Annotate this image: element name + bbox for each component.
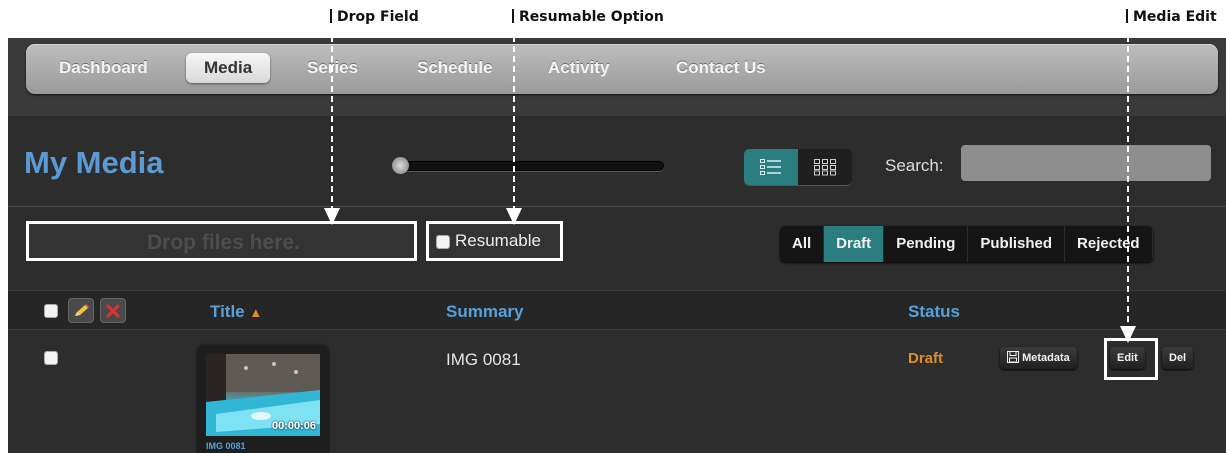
- column-status[interactable]: Status: [908, 302, 960, 322]
- delete-button[interactable]: Del: [1162, 347, 1194, 369]
- header-divider: [8, 206, 1226, 207]
- resumable-option[interactable]: Resumable: [426, 221, 563, 261]
- list-view-button[interactable]: [744, 149, 798, 185]
- sort-ascending-icon: ▲: [249, 305, 263, 320]
- search-label: Search:: [885, 156, 944, 175]
- edit-highlight-box: [1104, 338, 1158, 380]
- metadata-button[interactable]: Metadata: [1000, 347, 1077, 369]
- drop-zone-text: Drop files here.: [147, 231, 300, 254]
- nav-item-activity[interactable]: Activity: [530, 53, 627, 83]
- status-filter-group: All Draft Pending Published Rejected: [780, 226, 1153, 262]
- search-input[interactable]: [961, 145, 1211, 181]
- video-duration: 00:00:06: [271, 420, 316, 432]
- grid-view-button[interactable]: [798, 149, 852, 185]
- filter-all[interactable]: All: [780, 226, 825, 262]
- nav-item-dashboard[interactable]: Dashboard: [41, 53, 166, 83]
- annotation-media-edit: Media Edit: [1126, 9, 1217, 25]
- nav-item-contact-us[interactable]: Contact Us: [658, 53, 784, 83]
- resumable-checkbox[interactable]: [436, 235, 450, 249]
- thumbnail-size-slider[interactable]: [392, 156, 664, 176]
- screenshot-stage: Drop Field Resumable Option Media Edit D…: [0, 0, 1226, 453]
- view-mode-toggle: [744, 149, 852, 185]
- filter-draft[interactable]: Draft: [824, 226, 885, 262]
- annotation-drop-field: Drop Field: [330, 9, 419, 25]
- select-all-checkbox[interactable]: [44, 304, 58, 318]
- column-summary[interactable]: Summary: [446, 302, 523, 322]
- video-still-image: 00:00:06: [206, 354, 320, 436]
- slider-handle[interactable]: [392, 157, 409, 174]
- nav-item-media[interactable]: Media: [186, 53, 271, 83]
- row-checkbox[interactable]: [44, 351, 58, 365]
- media-table-header: Title ▲ Summary Status: [8, 290, 1226, 330]
- metadata-button-label: Metadata: [1022, 352, 1070, 364]
- column-title-label: Title: [210, 302, 245, 321]
- filter-pending[interactable]: Pending: [884, 226, 969, 262]
- column-title[interactable]: Title ▲: [210, 302, 262, 322]
- grid-view-icon: [814, 159, 836, 176]
- delete-x-icon: [106, 304, 120, 317]
- list-view-icon: [760, 159, 781, 175]
- floppy-disk-icon: [1007, 351, 1019, 363]
- row-status: Draft: [908, 350, 944, 367]
- slider-track[interactable]: [398, 161, 664, 171]
- thumbnail-caption: IMG 0081: [206, 441, 246, 451]
- media-manager-window: Dashboard Media Series Schedule Activity…: [8, 38, 1226, 453]
- bulk-delete-button[interactable]: [100, 298, 126, 323]
- nav-item-schedule[interactable]: Schedule: [399, 53, 511, 83]
- pencil-icon: [75, 303, 89, 316]
- file-drop-zone[interactable]: Drop files here.: [26, 221, 417, 261]
- filter-rejected[interactable]: Rejected: [1065, 226, 1153, 262]
- page-title: My Media: [24, 145, 164, 180]
- main-nav-bar: Dashboard Media Series Schedule Activity…: [26, 44, 1218, 94]
- bulk-edit-button[interactable]: [68, 298, 94, 323]
- nav-item-series[interactable]: Series: [289, 53, 376, 83]
- row-summary: IMG 0081: [446, 350, 521, 369]
- annotation-resumable-option: Resumable Option: [512, 9, 664, 25]
- media-thumbnail[interactable]: 00:00:06 IMG 0081: [198, 345, 328, 453]
- filter-published[interactable]: Published: [968, 226, 1066, 262]
- resumable-label: Resumable: [455, 231, 541, 250]
